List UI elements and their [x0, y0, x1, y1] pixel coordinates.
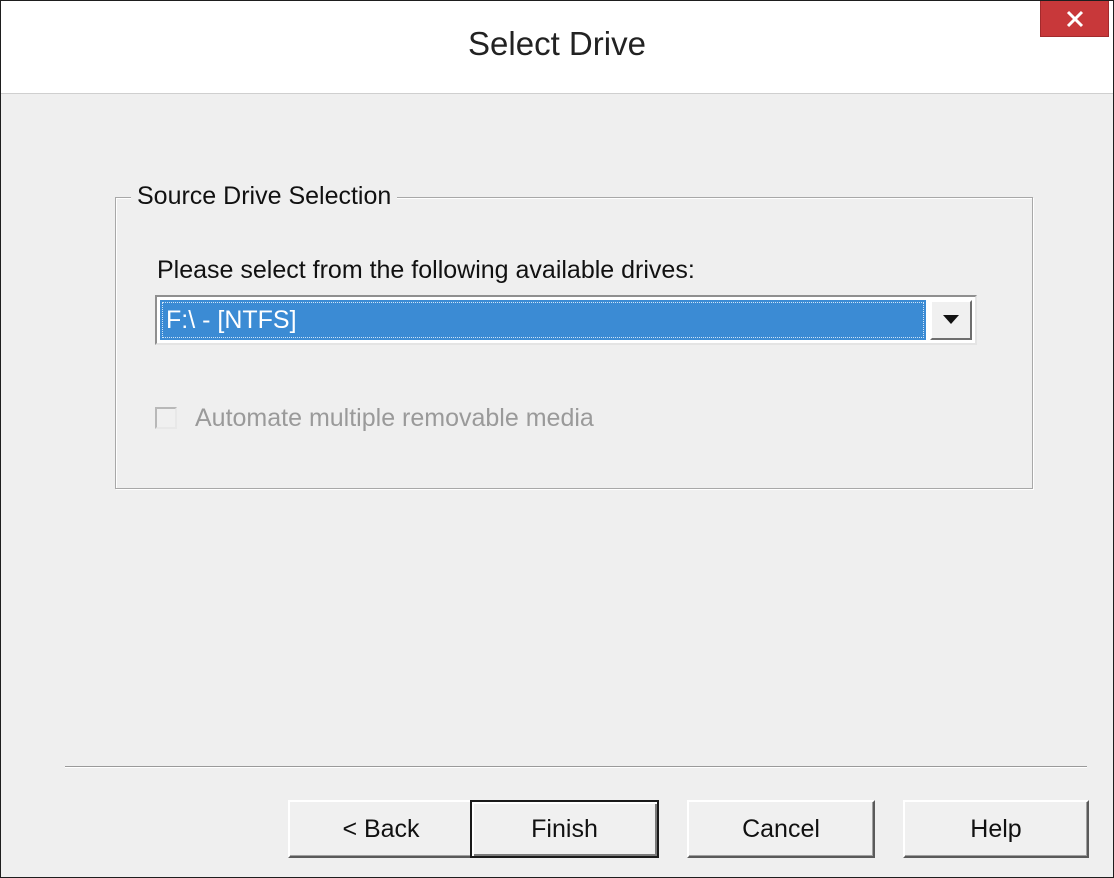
groupbox-legend: Source Drive Selection	[131, 181, 398, 211]
finish-button[interactable]: Finish	[470, 800, 659, 858]
help-button[interactable]: Help	[903, 800, 1089, 858]
select-drive-dialog: Select Drive Source Drive Selection Plea…	[0, 0, 1114, 878]
title-bar: Select Drive	[1, 1, 1113, 94]
drive-dropdown[interactable]: F:\ - [NTFS]	[155, 295, 977, 345]
button-separator	[65, 766, 1087, 768]
chevron-down-icon	[943, 315, 959, 324]
automate-media-label: Automate multiple removable media	[195, 403, 594, 432]
cancel-button[interactable]: Cancel	[687, 800, 875, 858]
close-button[interactable]	[1040, 1, 1109, 37]
close-icon	[1066, 10, 1083, 27]
drive-prompt-label: Please select from the following availab…	[157, 256, 695, 284]
dropdown-arrow-button[interactable]	[930, 300, 972, 340]
drive-dropdown-value[interactable]: F:\ - [NTFS]	[160, 300, 926, 340]
automate-media-checkbox[interactable]	[155, 407, 177, 429]
window-title: Select Drive	[468, 25, 646, 62]
back-button[interactable]: < Back	[288, 800, 474, 858]
automate-media-option: Automate multiple removable media	[155, 401, 594, 435]
